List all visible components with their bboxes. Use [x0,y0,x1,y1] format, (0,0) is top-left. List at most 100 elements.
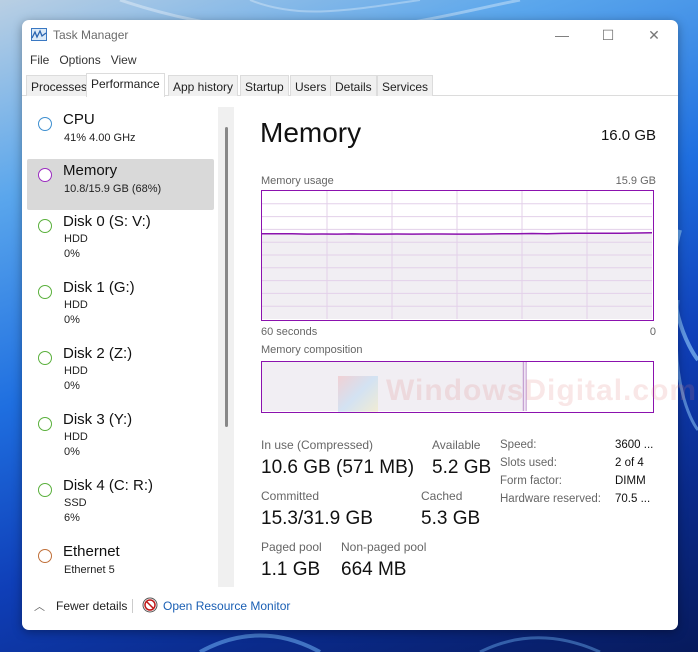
disk-status-icon [38,417,52,431]
sidebar-item-title: Disk 3 (Y:) [63,411,133,428]
maximize-icon: ☐ [601,26,615,43]
cpu-status-icon [38,117,52,131]
memory-usage-graph [262,191,652,319]
resource-monitor-icon [142,597,158,613]
hardware-reserved-label: Hardware reserved: [500,493,601,505]
performance-sidebar: CPU 41% 4.00 GHz Memory 10.8/15.9 GB (68… [22,97,236,587]
hardware-reserved-value: 70.5 ... [615,493,651,505]
memory-usage-max: 15.9 GB [615,175,656,187]
footer-divider [132,599,133,613]
form-factor-label: Form factor: [500,475,562,487]
maximize-button[interactable]: ☐ [585,20,631,50]
tab-services[interactable]: Services [377,75,434,96]
sidebar-item-type: HDD [64,233,88,245]
sidebar-item-detail: 10.8/15.9 GB (68%) [64,183,162,195]
footer-bar: ︿ Fewer details Open Resource Monitor [22,593,678,619]
committed-value: 15.3/31.9 GB [261,508,373,529]
memory-usage-chart [261,190,654,321]
minimize-icon: — [555,27,569,43]
memory-status-icon [38,168,52,182]
menu-file[interactable]: File [22,50,49,70]
paged-pool-label: Paged pool [261,540,322,554]
ethernet-status-icon [38,549,52,563]
sidebar-item-title: Memory [63,162,118,179]
cached-value: 5.3 GB [421,508,481,529]
sidebar-item-type: SSD [64,497,87,509]
sidebar-item-title: CPU [63,111,95,128]
open-resource-monitor-link[interactable]: Open Resource Monitor [163,599,290,613]
tab-bar: Processes Performance App history Startu… [22,73,678,97]
memory-total: 16.0 GB [600,127,656,144]
slots-used-label: Slots used: [500,457,557,469]
memory-composition-bar [261,361,654,413]
fewer-details-button[interactable]: Fewer details [56,599,127,613]
paged-pool-value: 1.1 GB [261,559,321,580]
sidebar-item-ethernet[interactable]: Ethernet Ethernet 5 [27,540,214,587]
speed-value: 3600 ... [615,439,654,451]
disk-status-icon [38,483,52,497]
sidebar-item-title: Disk 2 (Z:) [63,345,133,362]
x-axis-start-label: 60 seconds [261,326,318,338]
form-factor-value: DIMM [615,475,646,487]
sidebar-item-disk-1[interactable]: Disk 1 (G:) HDD 0% [27,276,214,338]
task-manager-app-icon [31,28,47,41]
sidebar-item-usage: 6% [64,512,80,524]
sidebar-item-disk-2[interactable]: Disk 2 (Z:) HDD 0% [27,342,214,404]
sidebar-item-disk-4[interactable]: Disk 4 (C: R:) SSD 6% [27,474,214,536]
slots-used-value: 2 of 4 [615,457,644,469]
menu-view[interactable]: View [103,50,137,70]
sidebar-item-usage: 0% [64,314,80,326]
x-axis-end-label: 0 [649,326,656,338]
minimize-button[interactable]: — [539,20,585,50]
tab-processes[interactable]: Processes [26,75,93,96]
sidebar-item-disk-0[interactable]: Disk 0 (S: V:) HDD 0% [27,210,214,272]
tab-details[interactable]: Details [330,75,377,96]
menu-options[interactable]: Options [51,50,100,70]
memory-composition-graph [262,362,527,411]
memory-usage-label: Memory usage [261,175,334,187]
available-label: Available [432,438,481,452]
tab-app-history[interactable]: App history [168,75,239,96]
sidebar-item-type: HDD [64,299,88,311]
sidebar-item-usage: 0% [64,446,80,458]
close-button[interactable]: ✕ [631,20,677,50]
task-manager-window: Task Manager — ☐ ✕ File Options View Pro… [22,20,678,630]
page-title: Memory [260,117,362,148]
sidebar-item-detail: Ethernet 5 [64,564,115,576]
composition-in-use-segment [262,362,524,411]
disk-status-icon [38,351,52,365]
non-paged-pool-value: 664 MB [341,559,407,580]
sidebar-item-type: HDD [64,431,88,443]
memory-panel: Memory 16.0 GB Memory usage 15.9 GB 60 s… [260,97,656,587]
tab-startup[interactable]: Startup [240,75,289,96]
sidebar-item-title: Disk 1 (G:) [63,279,135,296]
cached-label: Cached [421,489,463,503]
in-use-value: 10.6 GB (571 MB) [261,457,415,478]
close-icon: ✕ [648,26,660,43]
tab-users[interactable]: Users [290,75,332,96]
sidebar-item-usage: 0% [64,248,80,260]
available-value: 5.2 GB [432,457,492,478]
title-bar[interactable]: Task Manager — ☐ ✕ [22,20,678,50]
chevron-up-icon[interactable]: ︿ [34,598,45,614]
tab-performance[interactable]: Performance [86,73,165,97]
memory-composition-label: Memory composition [261,344,363,356]
sidebar-item-title: Disk 4 (C: R:) [63,477,153,494]
sidebar-item-detail: 41% 4.00 GHz [64,132,136,144]
in-use-label: In use (Compressed) [261,438,374,452]
non-paged-pool-label: Non-paged pool [341,540,427,554]
sidebar-item-memory[interactable]: Memory 10.8/15.9 GB (68%) [27,159,214,210]
sidebar-item-title: Ethernet [63,543,120,560]
sidebar-item-disk-3[interactable]: Disk 3 (Y:) HDD 0% [27,408,214,470]
scrollbar-thumb[interactable] [225,127,228,427]
disk-status-icon [38,219,52,233]
window-title: Task Manager [53,28,129,42]
committed-label: Committed [261,489,320,503]
sidebar-scrollbar[interactable] [218,107,234,587]
sidebar-item-title: Disk 0 (S: V:) [63,213,151,230]
sidebar-item-usage: 0% [64,380,80,392]
sidebar-item-cpu[interactable]: CPU 41% 4.00 GHz [27,108,214,159]
sidebar-item-type: HDD [64,365,88,377]
speed-label: Speed: [500,439,537,451]
disk-status-icon [38,285,52,299]
